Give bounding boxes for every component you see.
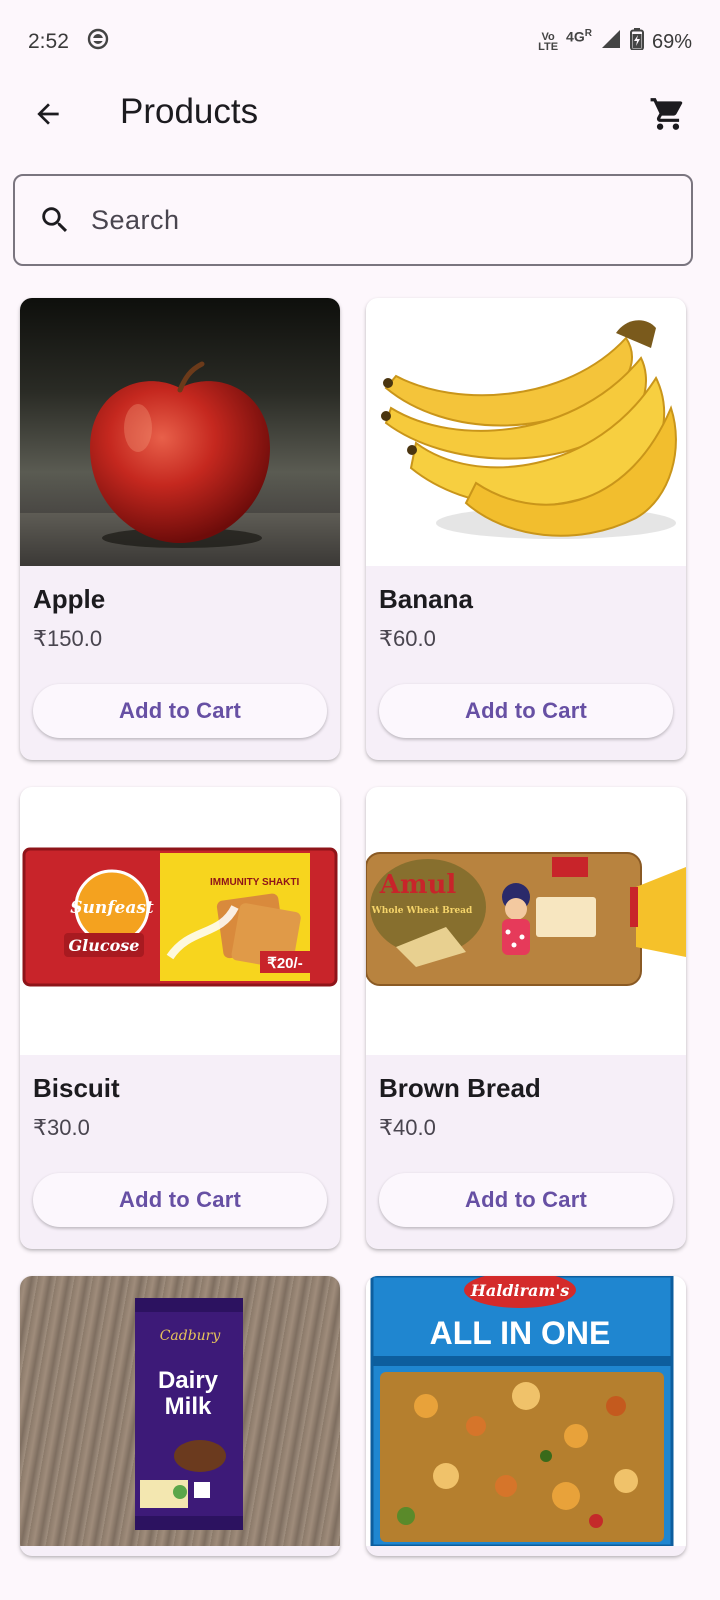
product-name: Apple xyxy=(33,584,106,614)
volte-indicator: Vo LTE xyxy=(538,31,559,53)
search-icon xyxy=(37,202,73,238)
status-bar: 2:52 Vo LTE 4GR 69% xyxy=(0,0,720,84)
search-bar[interactable] xyxy=(13,174,693,266)
add-to-cart-button[interactable]: Add to Cart xyxy=(379,1173,673,1227)
svg-text:Sunfeast: Sunfeast xyxy=(70,898,154,918)
product-image-biscuit: Sunfeast Glucose IMMUNITY SHAKTI ₹20/- xyxy=(20,787,340,1055)
product-image-apple xyxy=(20,298,340,566)
svg-text:Cadbury: Cadbury xyxy=(160,1328,222,1344)
product-price: ₹150.0 xyxy=(33,626,103,651)
status-time: 2:52 xyxy=(28,30,69,53)
battery-percent: 69% xyxy=(651,30,692,53)
svg-text:Glucose: Glucose xyxy=(69,936,140,955)
app-bar: Products xyxy=(0,80,720,150)
add-to-cart-button[interactable]: Add to Cart xyxy=(33,1173,327,1227)
back-arrow-icon xyxy=(37,103,59,125)
status-left: 2:52 xyxy=(28,28,109,56)
svg-text:IMMUNITY SHAKTI: IMMUNITY SHAKTI xyxy=(210,877,299,888)
product-card-chocolate[interactable]: Cadbury Dairy Milk xyxy=(20,1276,340,1556)
svg-text:Haldiram's: Haldiram's xyxy=(470,1281,569,1300)
product-name: Biscuit xyxy=(33,1073,120,1103)
svg-text:Milk: Milk xyxy=(165,1393,212,1420)
svg-text:ALL IN ONE: ALL IN ONE xyxy=(430,1315,611,1351)
product-image-brown-bread: Amul Whole Wheat Bread xyxy=(366,787,686,1055)
add-to-cart-button[interactable]: Add to Cart xyxy=(379,684,673,738)
svg-text:Dairy: Dairy xyxy=(158,1367,219,1394)
back-button[interactable] xyxy=(26,92,70,136)
product-image-snack: Haldiram's ALL IN ONE xyxy=(366,1276,686,1546)
add-to-cart-button[interactable]: Add to Cart xyxy=(33,684,327,738)
network-type: 4GR xyxy=(566,27,592,45)
product-image-banana xyxy=(366,298,686,566)
signal-icon xyxy=(600,28,622,56)
svg-text:Whole Wheat Bread: Whole Wheat Bread xyxy=(371,906,473,916)
product-card-banana[interactable]: Banana ₹60.0 Add to Cart xyxy=(366,298,686,760)
product-name: Brown Bread xyxy=(379,1073,541,1103)
product-card-biscuit[interactable]: Sunfeast Glucose IMMUNITY SHAKTI ₹20/- B… xyxy=(20,787,340,1249)
search-input[interactable] xyxy=(91,204,651,236)
product-price: ₹40.0 xyxy=(379,1115,436,1140)
cart-button[interactable] xyxy=(646,92,690,136)
product-card-snack[interactable]: Haldiram's ALL IN ONE xyxy=(366,1276,686,1556)
svg-text:₹20/-: ₹20/- xyxy=(267,955,302,972)
notification-icon xyxy=(87,28,109,56)
product-image-chocolate: Cadbury Dairy Milk xyxy=(20,1276,340,1546)
page-title: Products xyxy=(120,92,259,131)
product-name: Banana xyxy=(379,584,473,614)
shopping-cart-icon xyxy=(650,98,683,130)
product-card-apple[interactable]: Apple ₹150.0 Add to Cart xyxy=(20,298,340,760)
svg-text:Amul: Amul xyxy=(379,870,457,900)
product-price: ₹30.0 xyxy=(33,1115,90,1140)
battery-icon xyxy=(629,28,644,56)
product-card-brown-bread[interactable]: Amul Whole Wheat Bread Brown Bread ₹40.0… xyxy=(366,787,686,1249)
product-price: ₹60.0 xyxy=(379,626,436,651)
status-right: Vo LTE 4GR 69% xyxy=(538,28,692,56)
